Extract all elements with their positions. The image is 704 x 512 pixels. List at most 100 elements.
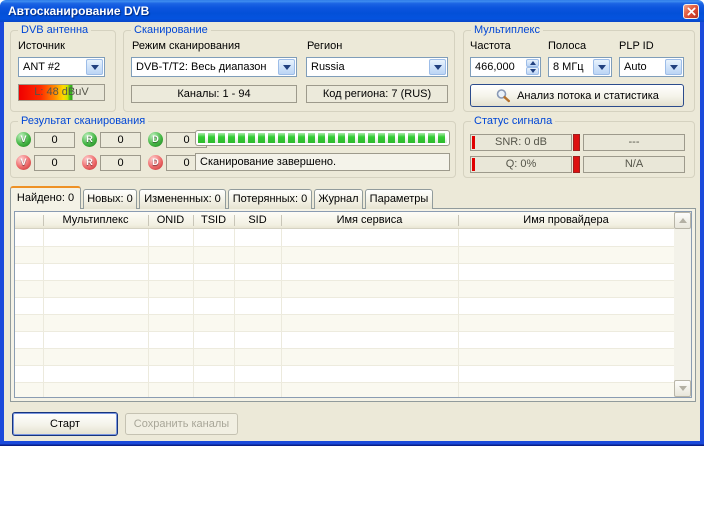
tab-changed[interactable]: Измененных: 0 — [139, 189, 226, 209]
signal-status-group-title: Статус сигнала — [471, 115, 555, 127]
tab-new[interactable]: Новых: 0 — [83, 189, 137, 209]
chevron-down-icon — [434, 65, 442, 70]
region-value: Russia — [307, 61, 428, 73]
header-separator — [193, 215, 194, 226]
column-header-multiplex[interactable]: Мультиплекс — [43, 213, 148, 228]
close-button[interactable] — [683, 4, 699, 19]
snr-indicator: SNR: 0 dB — [470, 134, 572, 151]
progress-bar-fill — [198, 133, 447, 143]
r-ok-indicator-icon: R — [82, 132, 97, 147]
chevron-down-icon — [670, 65, 678, 70]
v-ok-count: 0 — [34, 132, 75, 148]
save-channels-button[interactable]: Сохранить каналы — [125, 413, 238, 435]
window-title: Автосканирование DVB — [8, 4, 149, 18]
grid-row-line — [15, 246, 674, 247]
grid-row-line — [15, 263, 674, 264]
antenna-source-select[interactable]: ANT #2 — [18, 57, 105, 77]
bandwidth-value: 8 МГц — [549, 61, 592, 73]
scan-result-group-title: Результат сканирования — [18, 115, 148, 127]
search-icon — [495, 88, 511, 103]
antenna-source-value: ANT #2 — [19, 61, 85, 73]
snr-value: --- — [583, 134, 685, 151]
plp-id-select[interactable]: Auto — [619, 57, 684, 77]
scroll-down-button[interactable] — [674, 380, 691, 397]
column-header-service-name[interactable]: Имя сервиса — [281, 213, 458, 228]
tab-parameters[interactable]: Параметры — [365, 189, 433, 209]
bandwidth-label: Полоса — [548, 40, 586, 52]
region-label: Регион — [307, 40, 342, 52]
quality-alert-icon — [573, 156, 580, 173]
chevron-down-icon — [283, 65, 291, 70]
scroll-up-button[interactable] — [674, 212, 691, 229]
bandwidth-dropdown-button — [593, 59, 610, 75]
tab-log[interactable]: Журнал — [314, 189, 363, 209]
frequency-input[interactable] — [471, 58, 526, 76]
chevron-down-icon — [91, 65, 99, 70]
table-header: Мультиплекс ONID TSID SID Имя сервиса Им… — [15, 212, 674, 229]
header-separator — [234, 215, 235, 226]
spin-up-button[interactable] — [526, 59, 539, 67]
d-ok-indicator-icon: D — [148, 132, 163, 147]
spinner-down-icon — [530, 69, 536, 73]
r-fail-count: 0 — [100, 155, 141, 171]
channels-table[interactable]: Мультиплекс ONID TSID SID Имя сервиса Им… — [14, 211, 692, 398]
start-button[interactable]: Старт — [12, 412, 118, 436]
scan-status-text: Сканирование завершено. — [195, 153, 450, 171]
titlebar: Автосканирование DVB — [0, 0, 704, 22]
quality-value: N/A — [583, 156, 685, 173]
grid-row-line — [15, 314, 674, 315]
scrollbar-up-icon — [679, 218, 687, 223]
v-ok-indicator-icon: V — [16, 132, 31, 147]
snr-label: SNR: 0 dB — [495, 136, 547, 148]
grid-row-line — [15, 365, 674, 366]
quality-label: Q: 0% — [506, 158, 537, 170]
antenna-source-dropdown-button — [86, 59, 103, 75]
frequency-spinner — [470, 57, 541, 77]
header-separator — [281, 215, 282, 226]
plp-id-dropdown-button — [665, 59, 682, 75]
grid-row-line — [15, 280, 674, 281]
scan-mode-label: Режим сканирования — [132, 40, 240, 52]
header-separator — [458, 215, 459, 226]
source-label: Источник — [18, 40, 65, 52]
column-header-provider-name[interactable]: Имя провайдера — [458, 213, 674, 228]
scan-mode-select[interactable]: DVB-T/T2: Весь диапазон — [131, 57, 297, 77]
window-border-left — [0, 22, 4, 446]
spinner-up-icon — [530, 61, 536, 65]
r-ok-count: 0 — [100, 132, 141, 148]
grid-row-line — [15, 331, 674, 332]
channels-range-info: Каналы: 1 - 94 — [131, 85, 297, 103]
analyze-stream-button-label: Анализ потока и статистика — [517, 90, 659, 102]
snr-level-bar — [472, 136, 475, 149]
spin-down-button[interactable] — [526, 67, 539, 75]
grid-row-line — [15, 382, 674, 383]
tab-lost[interactable]: Потерянных: 0 — [228, 189, 312, 209]
region-code-info: Код региона: 7 (RUS) — [306, 85, 448, 103]
bandwidth-select[interactable]: 8 МГц — [548, 57, 612, 77]
r-fail-indicator-icon: R — [82, 155, 97, 170]
vertical-scrollbar[interactable] — [674, 212, 691, 397]
analyze-stream-button[interactable]: Анализ потока и статистика — [470, 84, 684, 107]
frequency-label: Частота — [470, 40, 511, 52]
scan-mode-value: DVB-T/T2: Весь диапазон — [132, 61, 277, 73]
frequency-spin-buttons — [526, 58, 540, 76]
column-header-empty[interactable] — [15, 213, 43, 228]
grid-row-line — [15, 348, 674, 349]
window-border-right — [700, 22, 704, 446]
v-fail-count: 0 — [34, 155, 75, 171]
quality-indicator: Q: 0% — [470, 156, 572, 173]
column-header-tsid[interactable]: TSID — [193, 213, 234, 228]
plp-id-value: Auto — [620, 61, 664, 73]
progress-bar — [195, 130, 450, 146]
column-header-sid[interactable]: SID — [234, 213, 281, 228]
signal-level-bar: L: 48 dBuV — [18, 84, 105, 101]
region-select[interactable]: Russia — [306, 57, 448, 77]
chevron-down-icon — [598, 65, 606, 70]
column-header-onid[interactable]: ONID — [148, 213, 193, 228]
snr-alert-icon — [573, 134, 580, 151]
v-fail-indicator-icon: V — [16, 155, 31, 170]
header-separator — [148, 215, 149, 226]
scrollbar-down-icon — [679, 386, 687, 391]
dialog-window: Автосканирование DVB DVB антенна Источни… — [0, 0, 704, 446]
tab-found[interactable]: Найдено: 0 — [10, 186, 81, 209]
